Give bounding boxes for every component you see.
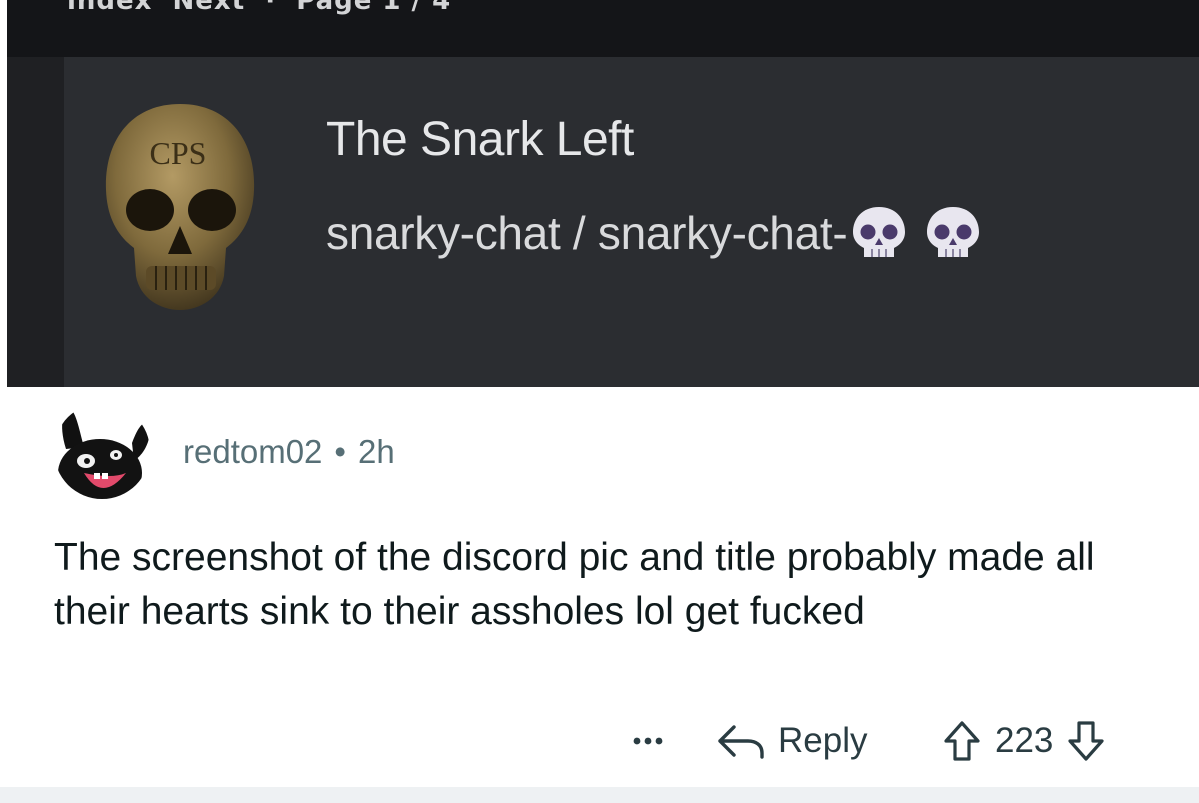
comment-body: The screenshot of the discord pic and ti… [54,536,1095,633]
comment-username[interactable]: redtom02 [183,433,322,470]
skull-avatar-text: CPS [150,135,207,171]
reply-arrow-icon [718,725,764,759]
reply-label: Reply [778,721,868,760]
discord-channel-path: snarky-chat / snarky-chat- [326,205,983,261]
skull-emoji-icon [927,207,980,257]
comment-meta: redtom02 • 2h [183,433,395,471]
reply-button[interactable]: Reply [716,713,867,769]
upvote-arrow-icon[interactable] [943,720,981,762]
rabbid-avatar-icon [54,403,150,499]
discord-channel-text: snarky-chat / snarky-chat- [326,207,848,259]
ellipsis-icon [633,737,663,745]
vote-controls: 223 [943,713,1105,769]
downvote-arrow-icon[interactable] [1067,720,1105,762]
vote-count: 223 [995,721,1054,760]
discord-server-title: The Snark Left [326,113,634,166]
screenshot-top-bar-text: index Next · Page 1 / 4 [67,0,452,16]
meta-separator: • [334,433,346,470]
more-options-button[interactable] [623,713,673,769]
comment-actions: Reply 223 [0,713,1199,769]
screenshot-top-bar: index Next · Page 1 / 4 [7,0,1199,57]
skull-emoji-icon [853,207,906,257]
comment-timestamp: 2h [357,433,395,470]
embedded-screenshot: index Next · Page 1 / 4 CPS The Snark Le… [7,0,1199,387]
bottom-divider [0,787,1199,803]
skull-avatar-image: CPS [105,104,255,310]
user-avatar[interactable] [54,403,150,499]
